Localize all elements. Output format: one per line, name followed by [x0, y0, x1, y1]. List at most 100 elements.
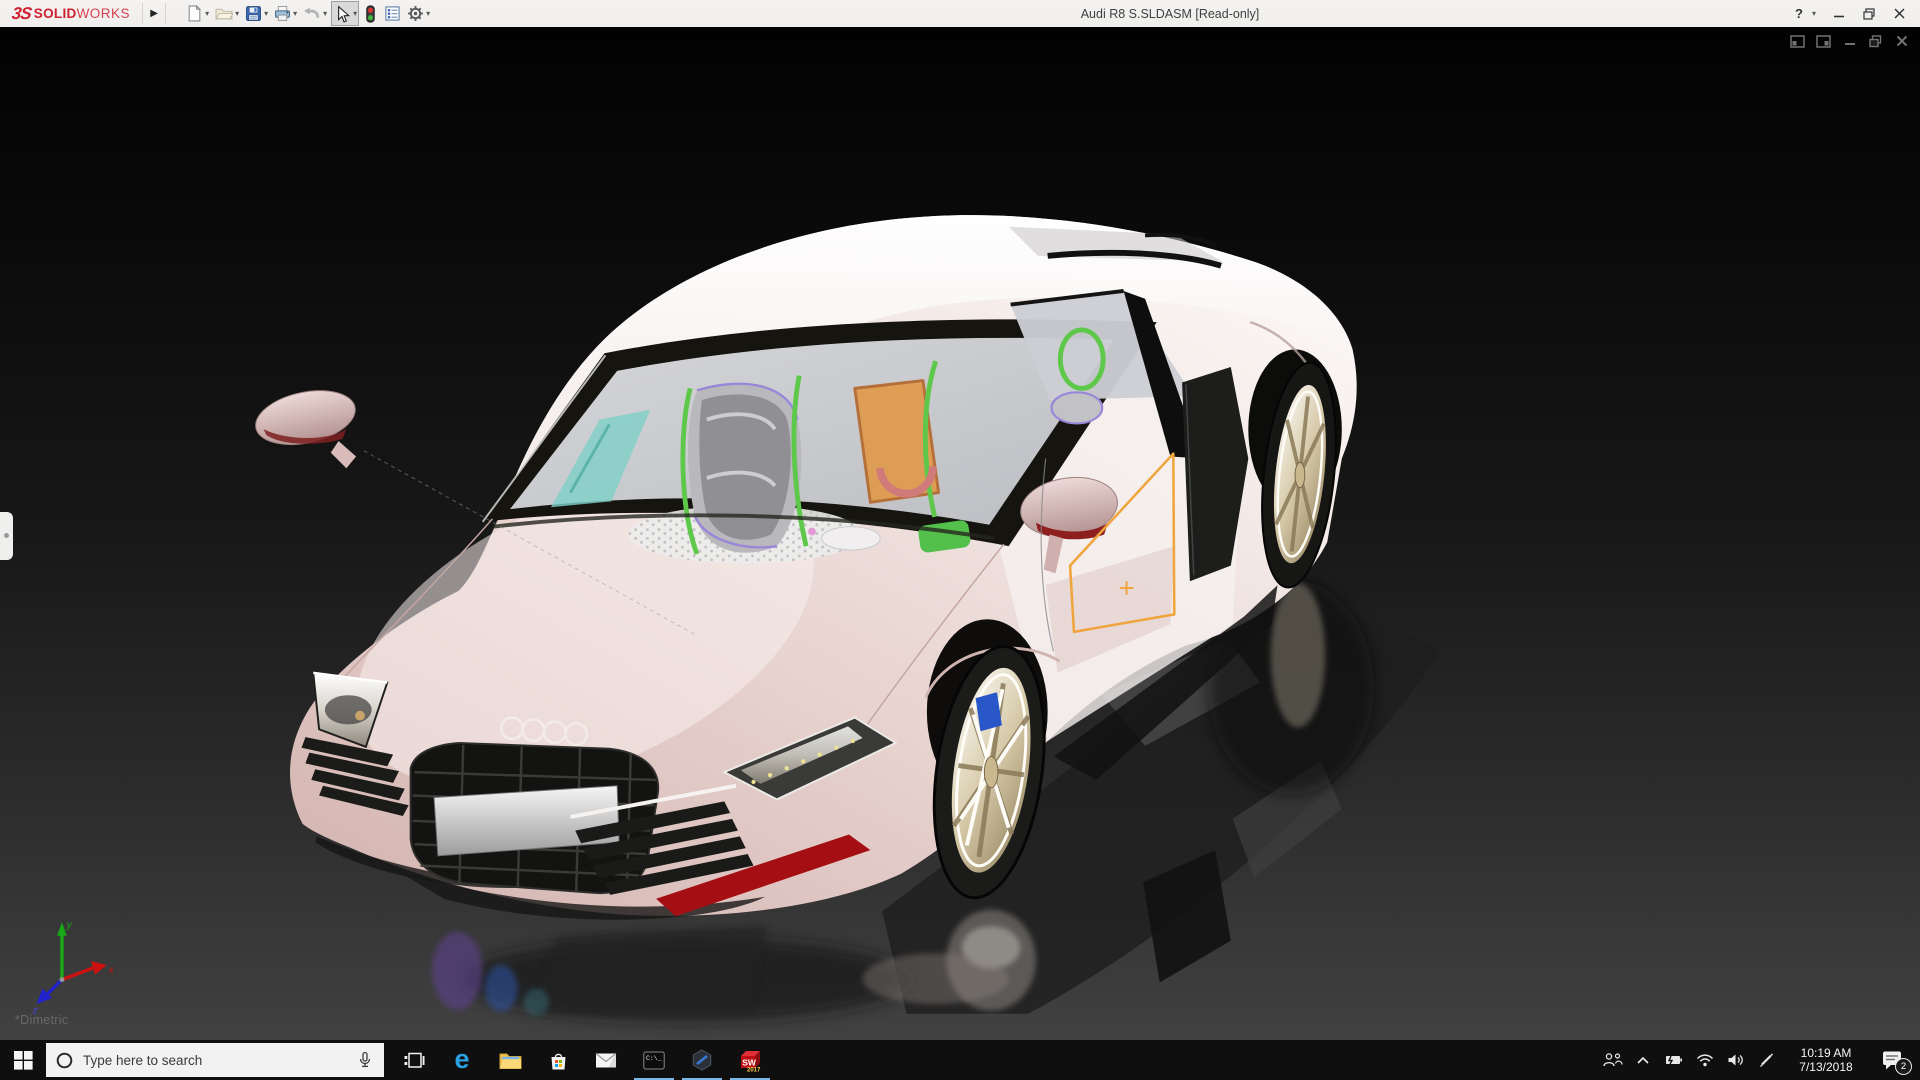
taskbar-clock[interactable]: 10:19 AM 7/13/2018 — [1787, 1046, 1865, 1074]
traffic-light-icon — [363, 5, 378, 23]
restore-icon — [1869, 35, 1882, 48]
pen-icon — [1758, 1052, 1774, 1068]
system-tray: 10:19 AM 7/13/2018 2 — [1603, 1040, 1920, 1080]
window-controls: ? ▾ — [1790, 0, 1912, 27]
print-icon — [274, 5, 291, 22]
gear-icon — [407, 5, 424, 22]
flyout-arrow-icon: ▶ — [150, 8, 158, 19]
file-properties-icon — [384, 5, 401, 22]
search-input[interactable] — [81, 1052, 352, 1069]
speaker-icon — [1727, 1052, 1745, 1068]
task-view-button[interactable] — [390, 1040, 438, 1080]
mail-icon — [595, 1052, 617, 1069]
print-button[interactable]: ▾ — [272, 1, 299, 26]
volume-button[interactable] — [1727, 1052, 1745, 1068]
handle-dot-icon — [4, 533, 9, 538]
battery-charging-icon — [1663, 1053, 1683, 1067]
new-document-icon — [186, 5, 203, 22]
command-prompt-icon: C:\_ — [643, 1051, 665, 1070]
minimize-button[interactable] — [1826, 3, 1852, 25]
quick-access-toolbar: ▾ ▾ ▾ — [184, 1, 432, 26]
people-icon — [1603, 1052, 1623, 1068]
tray-date: 7/13/2018 — [1787, 1060, 1865, 1074]
open-folder-icon — [215, 5, 233, 22]
solidworks-logo-mark: 3S — [11, 4, 33, 24]
command-prompt-button[interactable]: C:\_ — [630, 1040, 678, 1080]
power-status-button[interactable] — [1663, 1053, 1683, 1067]
save-floppy-icon — [245, 5, 262, 22]
file-explorer-button[interactable] — [486, 1040, 534, 1080]
new-document-button[interactable]: ▾ — [184, 1, 211, 26]
close-button[interactable] — [1886, 3, 1912, 25]
document-title: Audi R8 S.SLDASM [Read-only] — [1081, 7, 1260, 21]
separator — [142, 3, 143, 24]
solidworks-app-icon: SW 2017 — [738, 1048, 762, 1072]
people-button[interactable] — [1603, 1052, 1623, 1068]
orientation-triad: x y z — [32, 920, 115, 1017]
restore-icon — [1863, 8, 1875, 20]
svg-text:SW: SW — [742, 1058, 757, 1068]
app-titlebar: 3S SOLIDWORKS ▶ ▾ ▾ — [0, 0, 1920, 28]
help-button[interactable]: ? — [1790, 6, 1808, 21]
taskbar-apps: e — [390, 1040, 774, 1080]
wifi-icon — [1696, 1053, 1714, 1067]
hexagon-app-icon — [691, 1049, 713, 1071]
minimize-icon — [1844, 35, 1856, 47]
microphone-icon[interactable] — [356, 1051, 374, 1069]
display-pane-left-icon — [1790, 35, 1805, 48]
save-button[interactable]: ▾ — [243, 1, 270, 26]
minimize-icon — [1834, 8, 1845, 19]
display-pane-left-button[interactable] — [1789, 33, 1806, 49]
desktop-screen: 3S SOLIDWORKS ▶ ▾ ▾ — [0, 0, 1920, 1080]
display-pane-right-button[interactable] — [1815, 33, 1832, 49]
open-button[interactable]: ▾ — [213, 1, 241, 26]
select-tool-button[interactable]: ▾ — [331, 1, 359, 26]
feature-pane-collapse-handle[interactable] — [0, 512, 13, 560]
edge-icon: e — [454, 1046, 469, 1073]
file-explorer-icon — [499, 1051, 522, 1070]
tray-time: 10:19 AM — [1787, 1046, 1865, 1060]
show-hidden-icons-button[interactable] — [1636, 1055, 1650, 1065]
options-button[interactable]: ▾ — [405, 1, 432, 26]
close-icon — [1894, 8, 1905, 19]
help-caret-icon[interactable]: ▾ — [1812, 9, 1816, 18]
undo-arrow-icon — [303, 5, 321, 22]
audi-r8-3d-model: x y z — [0, 27, 1920, 1040]
left-mirror — [251, 382, 361, 468]
rebuild-button[interactable] — [361, 1, 380, 26]
separator — [165, 3, 166, 24]
svg-text:y: y — [66, 920, 73, 931]
chevron-up-icon — [1636, 1055, 1650, 1065]
pen-settings-button[interactable] — [1758, 1052, 1774, 1068]
undo-button[interactable]: ▾ — [301, 1, 329, 26]
microsoft-edge-button[interactable]: e — [438, 1040, 486, 1080]
graphics-viewport[interactable]: x y z — [0, 27, 1920, 1040]
document-restore-button[interactable] — [1867, 33, 1884, 49]
file-properties-button[interactable] — [382, 1, 403, 26]
svg-text:2017: 2017 — [747, 1068, 761, 1073]
svg-text:x: x — [108, 965, 115, 976]
solidworks-2017-button[interactable]: SW 2017 — [726, 1040, 774, 1080]
menu-flyout-button[interactable]: ▶ — [145, 3, 163, 24]
display-pane-right-icon — [1816, 35, 1831, 48]
select-cursor-icon — [333, 5, 351, 23]
action-center-button[interactable]: 2 — [1878, 1045, 1908, 1075]
task-view-icon — [404, 1051, 425, 1070]
microsoft-store-button[interactable] — [534, 1040, 582, 1080]
document-minimize-button[interactable] — [1841, 33, 1858, 49]
mail-button[interactable] — [582, 1040, 630, 1080]
document-close-button[interactable] — [1893, 33, 1910, 49]
taskbar-search[interactable] — [46, 1043, 384, 1077]
windows-taskbar: e — [0, 1040, 1920, 1080]
network-button[interactable] — [1696, 1053, 1714, 1067]
notification-badge: 2 — [1895, 1058, 1912, 1075]
windows-logo-icon — [14, 1051, 33, 1070]
close-icon — [1896, 35, 1908, 47]
start-button[interactable] — [0, 1040, 46, 1080]
restore-button[interactable] — [1856, 3, 1882, 25]
hexagon-app-button[interactable] — [678, 1040, 726, 1080]
view-orientation-label: *Dimetric — [15, 1013, 68, 1027]
svg-text:C:\_: C:\_ — [646, 1055, 662, 1062]
cortana-icon — [56, 1052, 73, 1069]
store-icon — [548, 1050, 569, 1071]
